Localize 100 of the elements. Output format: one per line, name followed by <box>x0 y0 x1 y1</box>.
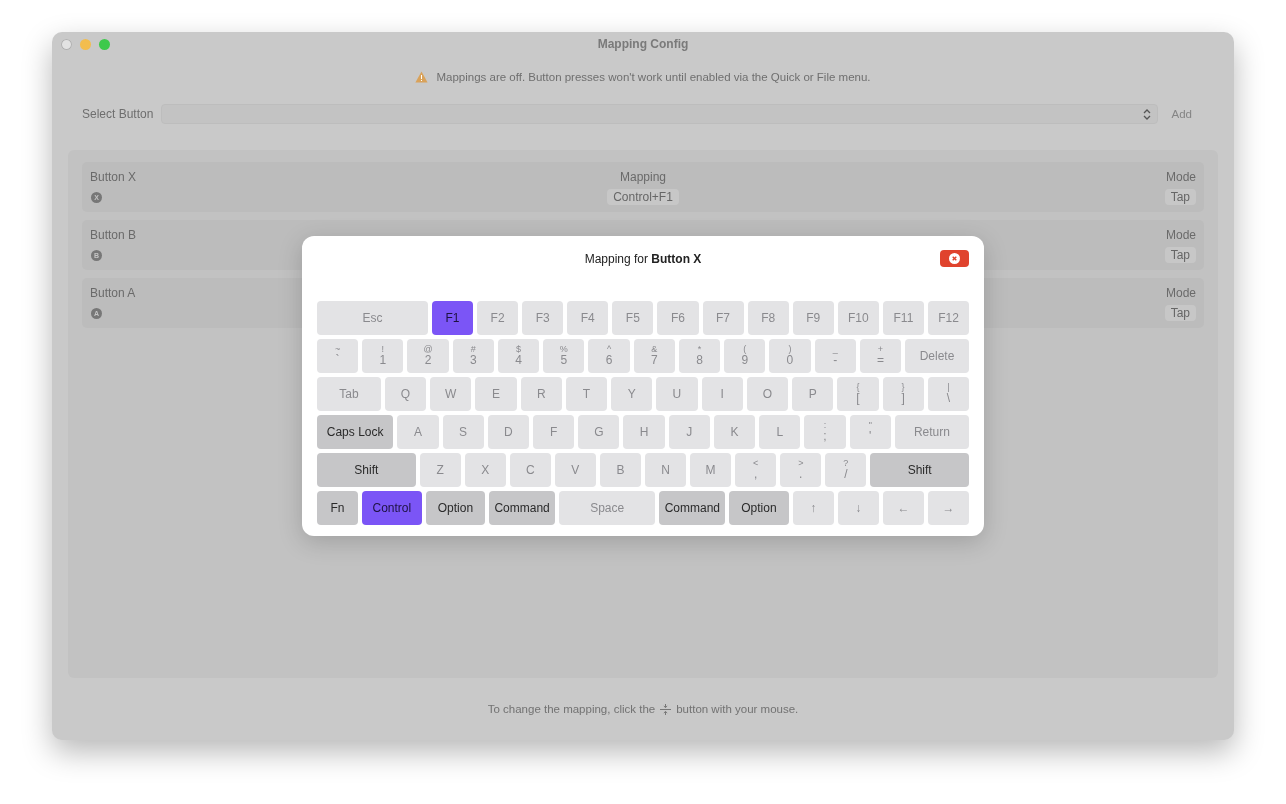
keyboard-key[interactable]: * 8 <box>678 339 721 373</box>
mode-value[interactable]: Tap <box>1164 305 1196 321</box>
keyboard-key[interactable]: ) 0 <box>769 339 811 373</box>
keyboard-key[interactable]: A <box>397 415 439 449</box>
keyboard-key[interactable]: ↑ <box>792 491 834 525</box>
keyboard-key[interactable]: V <box>554 453 596 487</box>
keyboard-key[interactable]: Tab <box>317 377 381 411</box>
keyboard-key[interactable]: F5 <box>612 301 654 335</box>
keyboard-key[interactable]: K <box>713 415 756 449</box>
warning-icon <box>415 71 429 83</box>
keyboard-key[interactable]: $ 4 <box>497 339 540 373</box>
keyboard-key[interactable]: W <box>430 377 472 411</box>
keyboard-key[interactable]: F9 <box>792 301 834 335</box>
close-window-button[interactable] <box>61 39 72 50</box>
keyboard-key[interactable]: U <box>656 377 698 411</box>
keyboard-key[interactable]: F1 <box>431 301 474 335</box>
hint-text: To change the mapping, click the <box>487 703 656 715</box>
keyboard-key[interactable]: ^ 6 <box>588 339 630 373</box>
button-select-field[interactable] <box>161 104 1158 124</box>
keyboard-key[interactable]: Fn <box>317 491 359 525</box>
keyboard-key[interactable]: > . <box>780 453 822 487</box>
mode-header: Mode <box>1165 228 1196 242</box>
keyboard-key[interactable]: ~ ` <box>317 339 359 373</box>
keyboard-key[interactable]: F3 <box>522 301 564 335</box>
mapping-header: Mapping <box>619 170 666 184</box>
keyboard-key[interactable]: I <box>701 377 743 411</box>
close-icon <box>949 253 960 264</box>
mode-header: Mode <box>1165 170 1196 184</box>
keyboard-key[interactable]: < , <box>735 453 777 487</box>
keyboard-key[interactable]: } ] <box>882 377 924 411</box>
keyboard-key[interactable]: @ 2 <box>407 339 449 373</box>
keyboard-key[interactable]: ( 9 <box>724 339 766 373</box>
keyboard-key[interactable]: F8 <box>747 301 789 335</box>
keyboard-key[interactable]: Esc <box>317 301 428 335</box>
keyboard-key[interactable]: F6 <box>657 301 699 335</box>
keyboard-key[interactable]: F2 <box>477 301 519 335</box>
keyboard-key[interactable]: ? / <box>825 453 867 487</box>
keyboard-key[interactable]: H <box>623 415 665 449</box>
keyboard-key[interactable]: Delete <box>905 339 969 373</box>
keyboard-key[interactable]: ← <box>882 491 924 525</box>
keyboard-key[interactable]: | \ <box>927 377 969 411</box>
keyboard-key[interactable]: Option <box>425 491 486 525</box>
keyboard-key[interactable]: Control <box>362 491 422 525</box>
keyboard-key[interactable]: + = <box>859 339 902 373</box>
button-name: Button A <box>90 286 137 300</box>
keyboard-key[interactable]: Option <box>729 491 789 525</box>
window-title: Mapping Config <box>597 37 689 51</box>
mode-value[interactable]: Tap <box>1164 189 1196 205</box>
keyboard-key[interactable]: M <box>690 453 732 487</box>
keyboard-key[interactable]: { [ <box>837 377 879 411</box>
keyboard-key[interactable]: Command <box>489 491 555 525</box>
mode-header: Mode <box>1165 286 1196 300</box>
keyboard-key[interactable]: & 7 <box>633 339 675 373</box>
keyboard-key[interactable]: J <box>668 415 710 449</box>
keyboard-key[interactable]: S <box>442 415 484 449</box>
keyboard-key[interactable]: Return <box>894 415 970 449</box>
keyboard-key[interactable]: F12 <box>927 301 970 335</box>
keyboard-key[interactable]: C <box>509 453 551 487</box>
keyboard-key[interactable]: Caps Lock <box>317 415 394 449</box>
keyboard-key[interactable]: ↓ <box>837 491 879 525</box>
keyboard-key[interactable]: F4 <box>567 301 609 335</box>
keyboard-key[interactable]: P <box>792 377 834 411</box>
keyboard-key[interactable]: ! 1 <box>362 339 404 373</box>
mapping-value[interactable]: Control+F1 <box>607 189 679 205</box>
keyboard-key[interactable]: G <box>578 415 620 449</box>
keyboard-key[interactable]: L <box>759 415 801 449</box>
keyboard-key[interactable]: # 3 <box>452 339 494 373</box>
keyboard-key[interactable]: _ - <box>814 339 856 373</box>
keyboard-key[interactable]: B <box>599 453 641 487</box>
keyboard-key[interactable]: T <box>565 377 608 411</box>
warning-message: Mappings are off. Button presses won't work until enabled via the Quick or File menu. <box>436 71 871 83</box>
keyboard-key[interactable]: F7 <box>702 301 744 335</box>
mode-value[interactable]: Tap <box>1164 247 1196 263</box>
keyboard-key[interactable]: → <box>927 491 970 525</box>
keyboard-key[interactable]: Z <box>419 453 461 487</box>
hint-text: button with your mouse. <box>676 703 799 715</box>
close-button[interactable] <box>940 250 969 267</box>
keyboard-key[interactable]: O <box>746 377 789 411</box>
split-icon <box>659 702 673 716</box>
keyboard-key[interactable]: Space <box>558 491 656 525</box>
keyboard-key[interactable]: F10 <box>837 301 879 335</box>
keyboard-key[interactable]: F11 <box>882 301 924 335</box>
keyboard-key[interactable]: Command <box>659 491 726 525</box>
keyboard-key[interactable]: R <box>520 377 562 411</box>
minimize-window-button[interactable] <box>80 39 91 50</box>
keyboard-key[interactable]: X <box>464 453 506 487</box>
keyboard-key[interactable]: E <box>475 377 517 411</box>
keyboard-key[interactable]: D <box>487 415 529 449</box>
keyboard-key[interactable]: : ; <box>804 415 846 449</box>
zoom-window-button[interactable] <box>99 39 110 50</box>
keyboard-key[interactable]: " ' <box>849 415 891 449</box>
keyboard-key[interactable]: Q <box>384 377 427 411</box>
keyboard-key[interactable]: Shift <box>870 453 969 487</box>
button-name: Button X <box>90 170 138 184</box>
keyboard-key[interactable]: F <box>532 415 575 449</box>
dialog-title: Mapping for Button X <box>584 252 702 266</box>
keyboard-key[interactable]: % 5 <box>543 339 585 373</box>
keyboard-key[interactable]: Y <box>611 377 653 411</box>
keyboard-key[interactable]: Shift <box>317 453 416 487</box>
keyboard-key[interactable]: N <box>645 453 687 487</box>
